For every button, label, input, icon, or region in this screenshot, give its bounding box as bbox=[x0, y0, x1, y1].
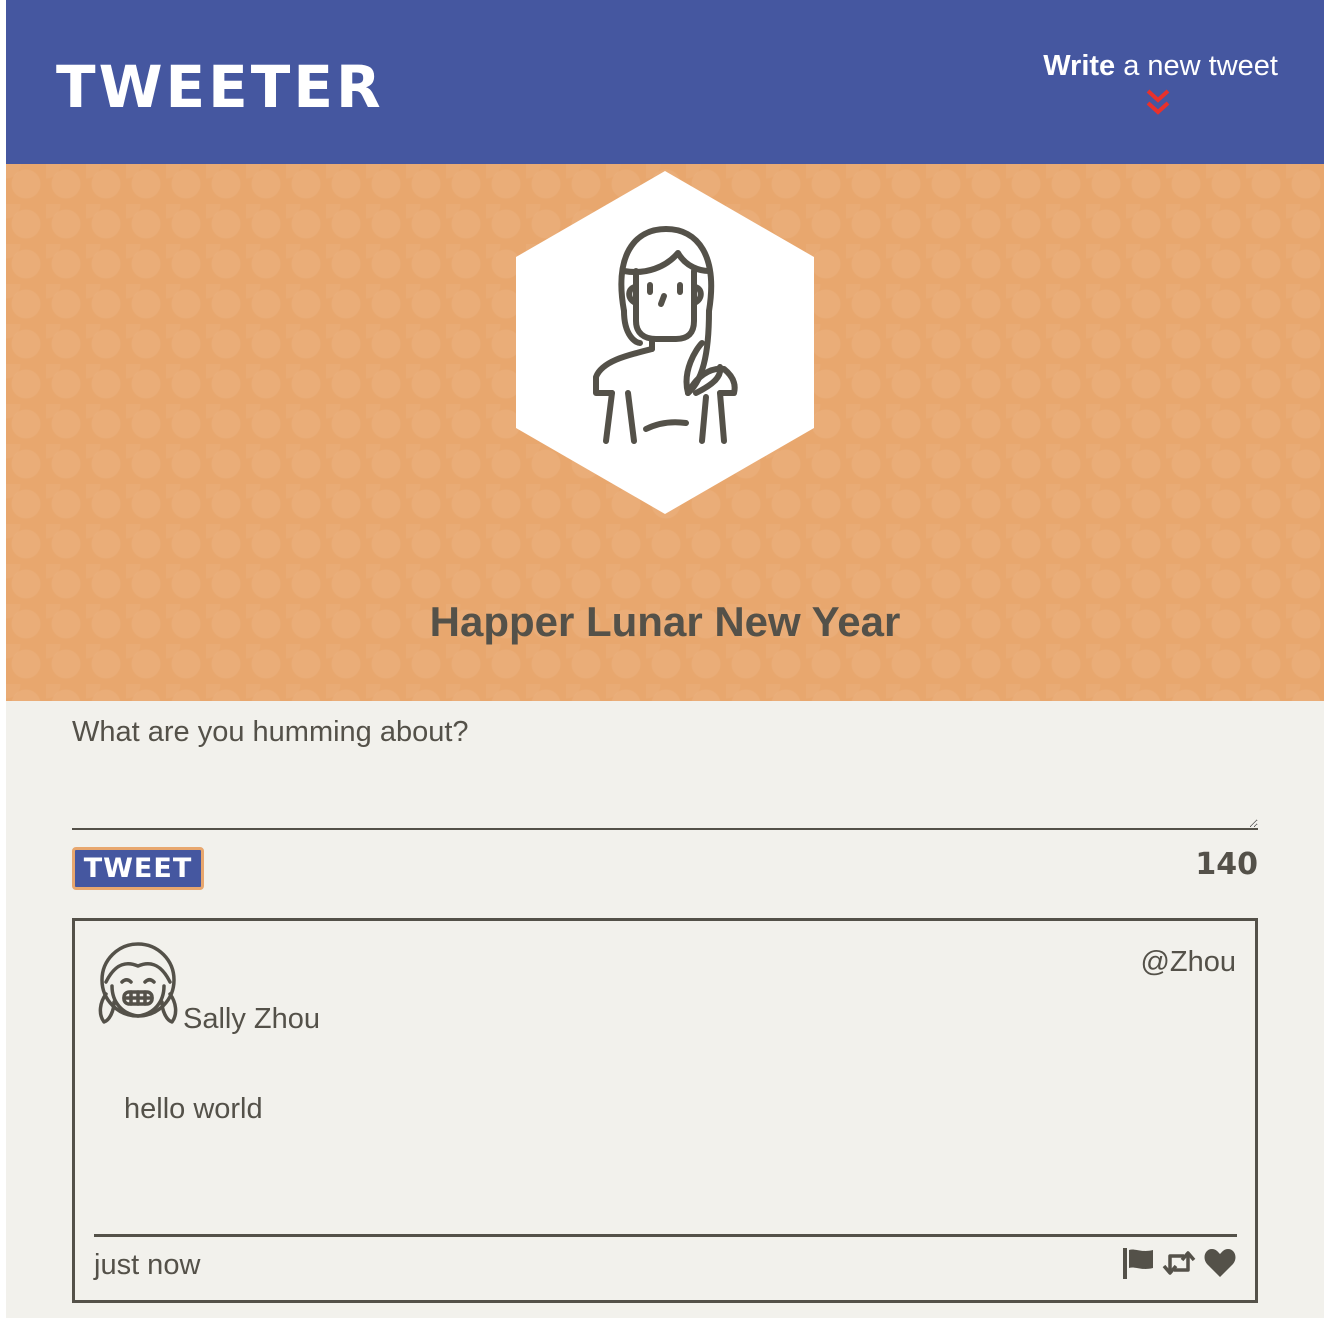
tweet-author-handle: @Zhou bbox=[1140, 946, 1236, 978]
heart-icon[interactable] bbox=[1203, 1246, 1237, 1280]
brand-logo[interactable]: TWEETER bbox=[56, 52, 384, 122]
character-counter: 140 bbox=[1195, 847, 1258, 882]
new-tweet-form bbox=[72, 712, 1258, 830]
retweet-icon[interactable] bbox=[1162, 1246, 1196, 1280]
tweet-actions bbox=[1121, 1246, 1237, 1280]
tweet-timestamp: just now bbox=[94, 1249, 201, 1281]
compose-bold-text: Write bbox=[1043, 50, 1116, 82]
compose-text: a new tweet bbox=[1115, 50, 1278, 82]
write-new-tweet-toggle[interactable]: Write a new tweet bbox=[1018, 46, 1278, 86]
page: TWEETER Write a new tweet Happer Lunar N… bbox=[6, 0, 1324, 1318]
tweet-footer: just now bbox=[94, 1234, 1237, 1297]
smiling-girl-avatar-icon bbox=[98, 942, 178, 1024]
tweet-author-name: Sally Zhou bbox=[183, 1003, 321, 1035]
profile-header: Happer Lunar New Year bbox=[6, 164, 1324, 701]
tweet-submit-button[interactable]: TWEET bbox=[72, 847, 204, 890]
tweet-textarea[interactable] bbox=[72, 712, 1258, 830]
tweet-card: Sally Zhou @Zhou hello world just now bbox=[72, 918, 1258, 1303]
flag-icon[interactable] bbox=[1121, 1246, 1155, 1280]
top-nav: TWEETER Write a new tweet bbox=[6, 0, 1324, 164]
woman-avatar-icon bbox=[516, 171, 814, 514]
tweet-content: hello world bbox=[124, 1093, 263, 1125]
double-chevron-down-icon[interactable] bbox=[1145, 88, 1171, 118]
profile-name: Happer Lunar New Year bbox=[429, 598, 901, 645]
